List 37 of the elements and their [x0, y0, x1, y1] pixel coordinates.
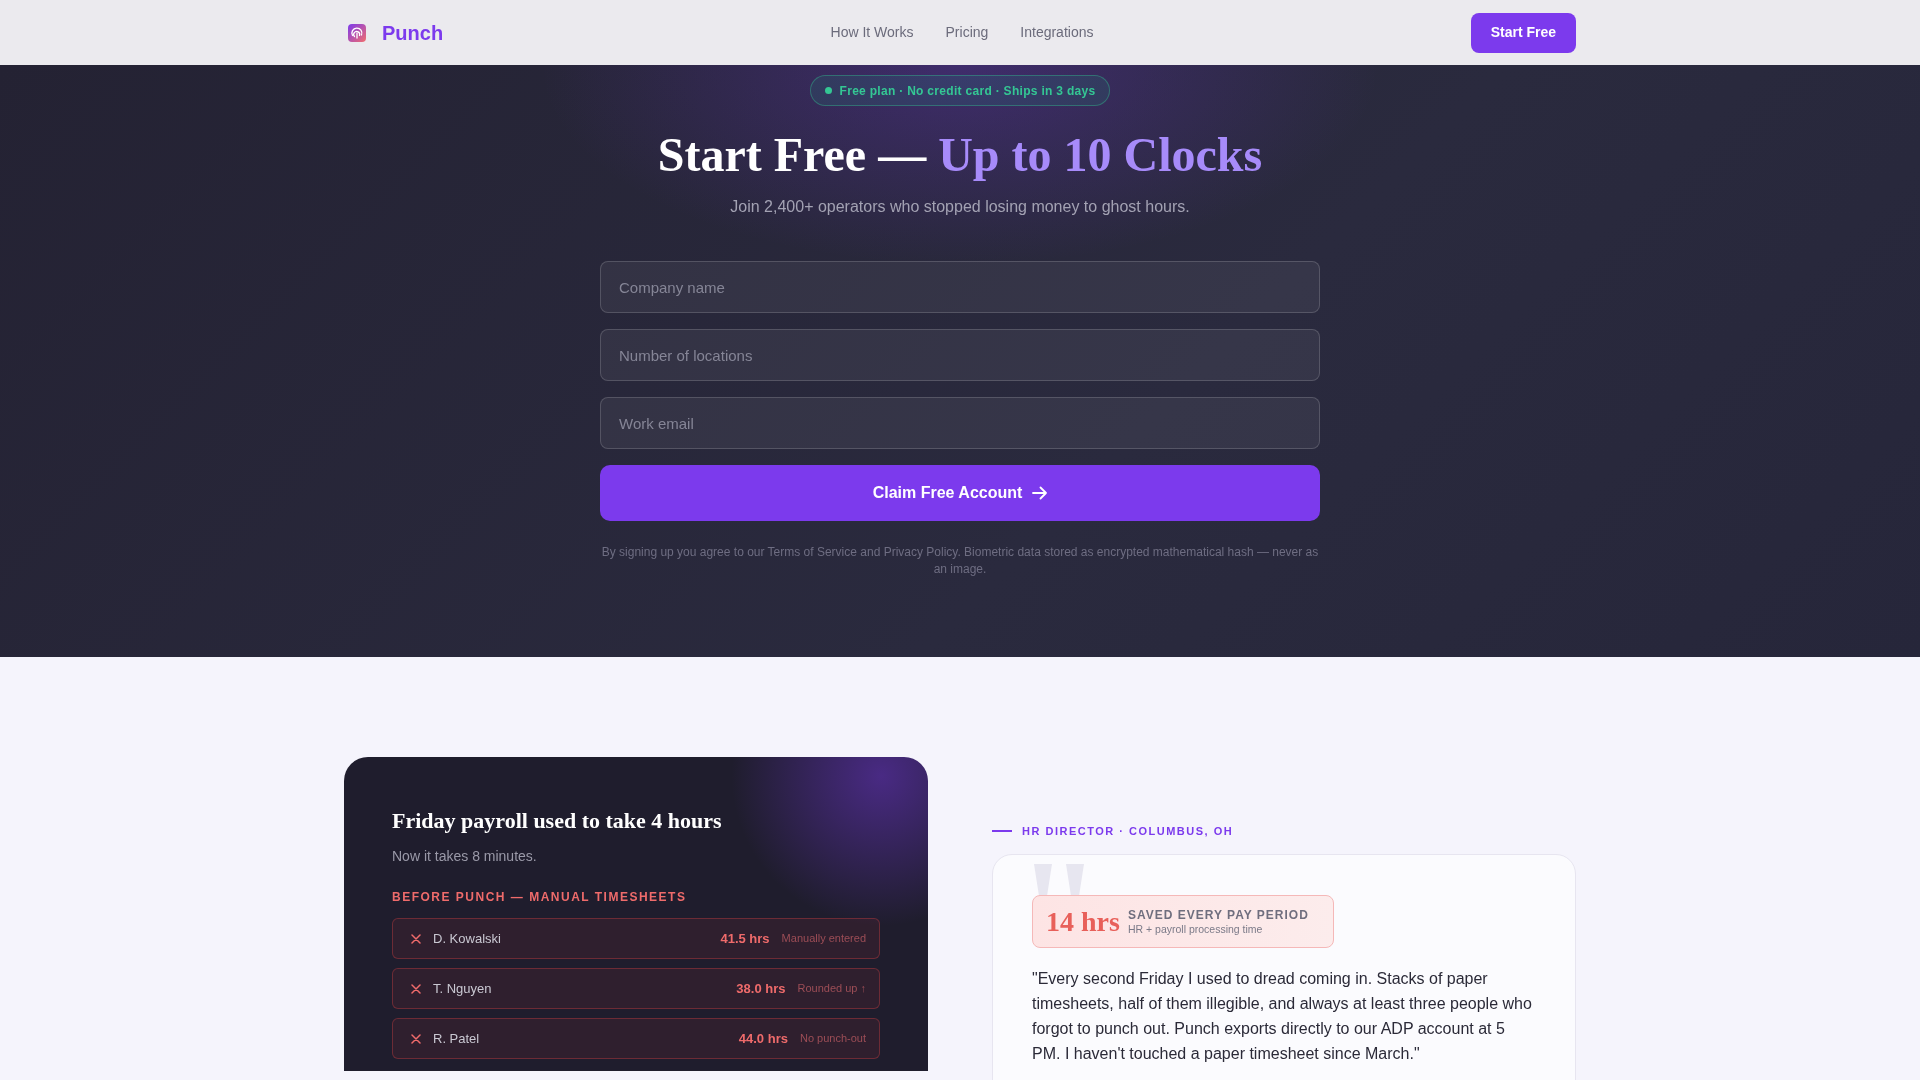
card-subtitle: Now it takes 8 minutes. — [392, 847, 538, 866]
employee-name: T. Nguyen — [433, 979, 492, 998]
hours-value: 44.0 hrs — [738, 1029, 788, 1048]
cross-icon — [411, 983, 421, 994]
cross-icon — [411, 1033, 421, 1044]
start-free-button[interactable]: Start Free — [1470, 12, 1576, 53]
claim-account-button[interactable]: Claim Free Account — [600, 465, 1320, 521]
cross-icon — [411, 933, 421, 944]
input-field[interactable]: Work email — [600, 397, 1320, 449]
employee-name: R. Patel — [433, 1029, 480, 1048]
card-title: Friday payroll used to take 4 hours — [392, 808, 723, 834]
hours-value: 38.0 hrs — [736, 979, 786, 998]
stat-label: SAVED EVERY PAY PERIOD — [1127, 907, 1309, 922]
hero-heading: Start Free — Up to 10 Clocks — [656, 127, 1264, 183]
nav-link[interactable]: Integrations — [1020, 22, 1094, 43]
input-field[interactable]: Company name — [600, 261, 1320, 313]
status-dot-icon — [824, 87, 832, 94]
entry-note: Rounded up ↑ — [797, 981, 866, 997]
stat-caption: HR + payroll processing time — [1127, 921, 1264, 936]
section-label: BEFORE PUNCH — MANUAL TIMESHEETS — [392, 889, 688, 905]
input-field[interactable]: Number of locations — [600, 329, 1320, 381]
brand-name[interactable]: Punch — [382, 22, 444, 43]
nav-link[interactable]: How It Works — [830, 22, 914, 43]
eyebrow-label: HR DIRECTOR · COLUMBUS, OH — [1022, 824, 1234, 838]
legal-text: By signing up you agree to our Terms of Service and Privacy Policy. Biometric data stored as encrypted mathematical hash — never as an image. — [600, 544, 1320, 578]
fingerprint-icon — [348, 23, 366, 42]
hours-value: 41.5 hrs — [720, 929, 770, 948]
nav-link[interactable]: Pricing — [945, 22, 989, 43]
arrow-right-icon — [1032, 486, 1048, 500]
hero-subtitle: Join 2,400+ operators who stopped losing money to ghost hours. — [729, 197, 1191, 217]
quote-text: "Every second Friday I used to dread coming in. Stacks of paper timesheets, half of them illegible, and always at least three people who forgot to punch out. Punch exports directly to our ADP account at 5 PM. I haven't touched a paper timesheet since March." — [1032, 969, 1533, 1064]
quote-mark-icon — [1032, 864, 1086, 896]
plan-text: Free plan · No credit card · Ships in 3 days — [839, 82, 1096, 100]
entry-note: Manually entered — [781, 931, 866, 947]
entry-note: No punch-out — [799, 1031, 866, 1047]
stat-value: 14 hrs — [1046, 907, 1120, 936]
employee-name: D. Kowalski — [433, 929, 501, 948]
